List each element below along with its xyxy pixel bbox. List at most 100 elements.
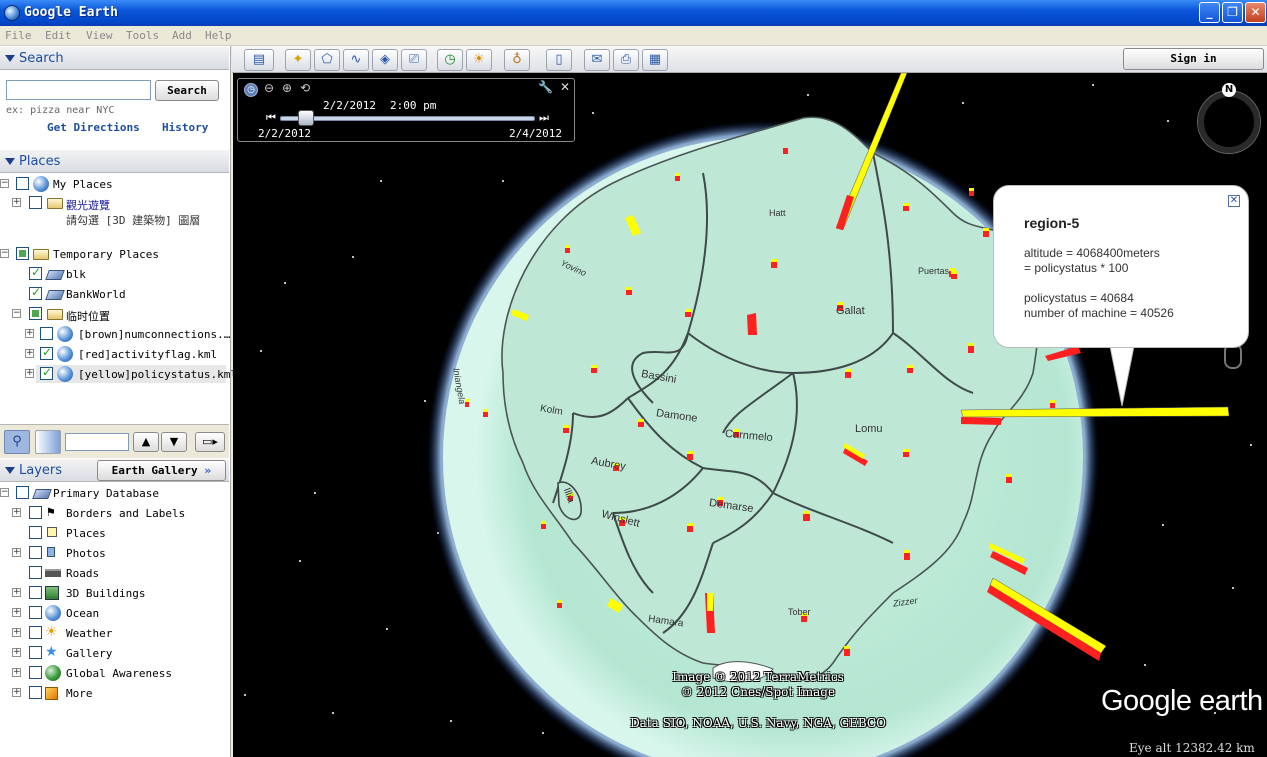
look-joystick[interactable]	[1198, 91, 1260, 153]
checkbox[interactable]	[29, 307, 42, 320]
time-slider-track[interactable]	[280, 116, 535, 121]
navigation-controls[interactable]: N	[1196, 83, 1262, 161]
ruler-button[interactable]: ▯	[546, 49, 572, 71]
checkbox[interactable]	[16, 177, 29, 190]
panel-toggle-button[interactable]	[35, 430, 61, 454]
checkbox[interactable]	[29, 646, 42, 659]
folder-menu-button[interactable]: ▭▸	[195, 432, 225, 452]
move-down-button[interactable]: ▼	[161, 432, 187, 452]
checkbox[interactable]	[29, 566, 42, 579]
layer-3d-buildings[interactable]: + 3D Buildings	[0, 585, 229, 603]
menu-tools[interactable]: Tools	[126, 29, 159, 42]
email-button[interactable]: ✉	[584, 49, 610, 71]
search-panel-header[interactable]: Search	[0, 46, 229, 70]
menu-file[interactable]: File	[5, 29, 32, 42]
sidebar-toggle-button[interactable]: ▤	[244, 49, 274, 71]
checkbox[interactable]	[29, 285, 42, 300]
checkbox[interactable]	[29, 265, 42, 280]
expand-plus-icon[interactable]: +	[25, 369, 34, 378]
collapse-minus-icon[interactable]: −	[0, 488, 9, 497]
minimize-button[interactable]: _	[1199, 2, 1220, 23]
checkbox[interactable]	[29, 586, 42, 599]
checkbox[interactable]	[40, 365, 53, 380]
time-settings-icon[interactable]: ⟲	[300, 81, 310, 95]
maximize-button[interactable]: ❐	[1222, 2, 1243, 23]
expand-plus-icon[interactable]: +	[12, 548, 21, 557]
compass-north-icon[interactable]: N	[1222, 83, 1236, 97]
expand-plus-icon[interactable]: +	[12, 648, 21, 657]
earth-viewer[interactable]: Hatt Yovino Puertas Gallat Bassini Damon…	[233, 73, 1267, 757]
checkbox[interactable]	[40, 327, 53, 340]
tree-item-blk[interactable]: blk	[0, 265, 229, 284]
checkbox[interactable]	[29, 506, 42, 519]
layer-places[interactable]: Places	[0, 525, 229, 543]
expand-plus-icon[interactable]: +	[12, 668, 21, 677]
layer-roads[interactable]: Roads	[0, 565, 229, 583]
checkbox[interactable]	[16, 247, 29, 260]
history-link[interactable]: History	[162, 121, 208, 134]
record-tour-button[interactable]: ⎚	[401, 49, 427, 71]
time-slider-thumb[interactable]	[297, 110, 314, 126]
balloon-close-icon[interactable]: ✕	[1228, 195, 1240, 207]
layer-gallery[interactable]: + ★ Gallery	[0, 645, 229, 663]
places-filter-input[interactable]	[65, 433, 129, 451]
view-in-maps-button[interactable]: ▦	[642, 49, 668, 71]
close-button[interactable]: ✕	[1245, 2, 1266, 23]
layer-global-awareness[interactable]: + Global Awareness	[0, 665, 229, 683]
checkbox[interactable]	[29, 546, 42, 559]
globe-canvas[interactable]	[233, 73, 1267, 757]
step-back-icon[interactable]: ⏮	[266, 111, 276, 125]
expand-plus-icon[interactable]: +	[25, 349, 34, 358]
wrench-icon[interactable]: 🔧	[538, 80, 553, 94]
layers-panel-header[interactable]: Layers Earth Gallery »	[0, 458, 229, 482]
switch-planet-button[interactable]: ♁	[504, 49, 530, 71]
sunlight-button[interactable]: ☀	[466, 49, 492, 71]
menu-add[interactable]: Add	[172, 29, 192, 42]
expand-plus-icon[interactable]: +	[12, 628, 21, 637]
checkbox[interactable]	[29, 626, 42, 639]
tree-item-temporary-places[interactable]: − Temporary Places	[0, 246, 229, 264]
add-placemark-button[interactable]: ✦	[285, 49, 311, 71]
add-image-overlay-button[interactable]: ◈	[372, 49, 398, 71]
layer-ocean[interactable]: + Ocean	[0, 605, 229, 623]
checkbox[interactable]	[29, 196, 42, 209]
expand-plus-icon[interactable]: +	[12, 198, 21, 207]
earth-gallery-button[interactable]: Earth Gallery »	[97, 460, 226, 481]
menu-edit[interactable]: Edit	[45, 29, 72, 42]
layer-weather[interactable]: + ☀ Weather	[0, 625, 229, 643]
layer-primary-database[interactable]: − Primary Database	[0, 485, 229, 503]
menu-view[interactable]: View	[86, 29, 113, 42]
move-up-button[interactable]: ▲	[133, 432, 159, 452]
clock-icon[interactable]: ◷	[244, 83, 258, 97]
layer-photos[interactable]: + Photos	[0, 545, 229, 563]
expand-plus-icon[interactable]: +	[12, 588, 21, 597]
close-time-slider-icon[interactable]: ✕	[560, 80, 570, 94]
get-directions-link[interactable]: Get Directions	[47, 121, 140, 134]
expand-plus-icon[interactable]: +	[12, 608, 21, 617]
step-forward-icon[interactable]: ⏭	[539, 111, 549, 125]
checkbox[interactable]	[29, 686, 42, 699]
layer-borders[interactable]: + ⚑ Borders and Labels	[0, 505, 229, 523]
checkbox[interactable]	[16, 486, 29, 499]
collapse-minus-icon[interactable]: −	[0, 249, 9, 258]
tree-item-my-places[interactable]: − My Places	[0, 176, 229, 194]
checkbox[interactable]	[29, 606, 42, 619]
tree-item-policystatus[interactable]: + [yellow]policystatus.kml	[0, 365, 237, 384]
tree-item-numconnections[interactable]: + [brown]numconnections.…	[0, 326, 230, 344]
print-button[interactable]: ⎙	[613, 49, 639, 71]
layer-more[interactable]: + More	[0, 685, 229, 703]
checkbox[interactable]	[29, 526, 42, 539]
search-places-button[interactable]: ⚲	[4, 430, 30, 454]
places-panel-header[interactable]: Places	[0, 149, 229, 173]
tree-item-temp-location[interactable]: − 临时位置	[0, 306, 229, 324]
expand-plus-icon[interactable]: +	[12, 688, 21, 697]
historical-imagery-button[interactable]: ◷	[437, 49, 463, 71]
search-input[interactable]	[6, 80, 151, 100]
sign-in-button[interactable]: Sign in	[1123, 48, 1264, 70]
add-polygon-button[interactable]: ⬠	[314, 49, 340, 71]
collapse-minus-icon[interactable]: −	[0, 179, 9, 188]
checkbox[interactable]	[29, 666, 42, 679]
tree-item-bankworld[interactable]: BankWorld	[0, 285, 229, 304]
expand-plus-icon[interactable]: +	[12, 508, 21, 517]
tree-item-activityflag[interactable]: + [red]activityflag.kml	[0, 345, 229, 364]
